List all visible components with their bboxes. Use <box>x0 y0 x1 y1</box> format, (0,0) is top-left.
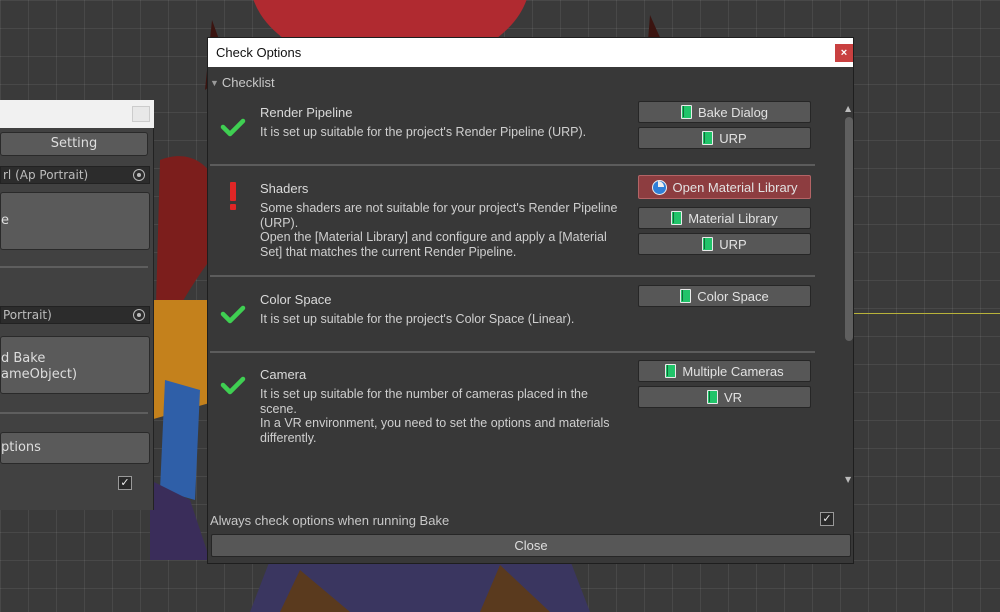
bake-button-line1: d Bake <box>1 351 46 366</box>
check-options-dialog: Check Options × ▼ Checklist Render Pipeli… <box>207 37 854 564</box>
button-label: Color Space <box>697 288 769 304</box>
object-picker-icon[interactable] <box>133 169 145 181</box>
check-item-desc: It is set up suitable for the project's … <box>260 125 630 140</box>
check-item-render-pipeline: Render Pipeline It is set up suitable fo… <box>208 101 818 165</box>
book-icon <box>702 131 714 145</box>
object-field[interactable]: Portrait) <box>0 306 150 324</box>
book-icon <box>680 105 692 119</box>
close-icon[interactable]: × <box>835 44 853 62</box>
check-item-desc: It is set up suitable for the project's … <box>260 312 630 327</box>
check-item-title: Render Pipeline <box>260 105 353 120</box>
section-divider <box>210 164 815 166</box>
option-checkbox[interactable]: ✓ <box>118 476 132 490</box>
object-field-value: rl (Ap Portrait) <box>3 168 89 182</box>
divider <box>0 412 148 414</box>
object-field-value: Portrait) <box>3 308 52 322</box>
check-item-desc: It is set up suitable for the number of … <box>260 387 622 445</box>
ok-check-icon <box>220 376 246 395</box>
multiple-cameras-button[interactable]: Multiple Cameras <box>638 360 811 382</box>
scroll-up-arrow-icon[interactable]: ▲ <box>845 104 851 113</box>
button-label: URP <box>719 236 747 252</box>
checklist-scroll-view[interactable]: Render Pipeline It is set up suitable fo… <box>208 97 853 486</box>
inspector-close-button[interactable] <box>132 106 150 122</box>
button-label: Open Material Library <box>672 179 798 195</box>
scrollbar-thumb[interactable] <box>845 117 853 341</box>
divider <box>0 266 148 268</box>
bake-button[interactable]: d Bake ameObject) <box>0 336 150 394</box>
button-label: Bake Dialog <box>697 104 769 120</box>
desc-line: It is set up suitable for the project's … <box>260 312 575 326</box>
options-button[interactable]: ptions <box>0 432 150 464</box>
open-material-library-button[interactable]: Open Material Library <box>638 175 811 199</box>
object-field[interactable]: rl (Ap Portrait) <box>0 166 150 184</box>
desc-line: Some shaders are not suitable for your p… <box>260 201 618 230</box>
bake-dialog-button[interactable]: Bake Dialog <box>638 101 811 123</box>
book-icon <box>706 390 718 404</box>
button-label: Material Library <box>688 210 778 226</box>
always-check-checkbox[interactable]: ✓ <box>820 512 834 526</box>
button-label: URP <box>719 130 747 146</box>
setting-button[interactable]: Setting <box>0 132 148 156</box>
desc-line: It is set up suitable for the number of … <box>260 387 588 416</box>
dialog-titlebar: Check Options × <box>208 38 853 67</box>
button-label: VR <box>723 389 743 405</box>
scroll-down-arrow-icon[interactable]: ▼ <box>845 475 851 484</box>
book-icon <box>702 237 714 251</box>
close-button[interactable]: Close <box>211 534 851 557</box>
gizmo-axis-line <box>848 313 1000 314</box>
desc-line: Open the [Material Library] and configur… <box>260 230 607 259</box>
bake-button-line2: ameObject) <box>1 367 78 382</box>
check-item-shaders: Shaders Some shaders are not suitable fo… <box>208 175 818 281</box>
object-picker-icon[interactable] <box>133 309 145 321</box>
urp-button[interactable]: URP <box>638 233 811 255</box>
book-icon <box>665 364 677 378</box>
section-divider <box>210 351 815 353</box>
section-divider <box>210 275 815 277</box>
check-item-title: Camera <box>260 367 307 382</box>
dialog-title: Check Options <box>216 45 302 60</box>
color-space-button[interactable]: Color Space <box>638 285 811 307</box>
material-library-button[interactable]: Material Library <box>638 207 811 229</box>
desc-line: It is set up suitable for the project's … <box>260 125 587 139</box>
large-action-button[interactable]: e <box>0 192 150 250</box>
foldout-arrow-icon: ▼ <box>210 78 219 88</box>
book-icon <box>671 211 683 225</box>
check-item-camera: Camera It is set up suitable for the num… <box>208 360 818 467</box>
warning-exclamation-icon <box>230 182 236 210</box>
desc-line: In a VR environment, you need to set the… <box>260 416 610 445</box>
check-item-title: Color Space <box>260 292 332 307</box>
check-item-title: Shaders <box>260 181 309 196</box>
book-icon <box>680 289 692 303</box>
always-check-label: Always check options when running Bake <box>210 513 450 528</box>
inspector-panel: Setting rl (Ap Portrait) e Portrait) d B… <box>0 100 154 510</box>
ok-check-icon <box>220 305 246 324</box>
vr-button[interactable]: VR <box>638 386 811 408</box>
button-label: Multiple Cameras <box>682 363 784 379</box>
ok-check-icon <box>220 118 246 137</box>
inspector-titlebar <box>0 100 154 128</box>
foldout-label: Checklist <box>221 75 275 90</box>
check-item-desc: Some shaders are not suitable for your p… <box>260 201 630 259</box>
check-item-color-space: Color Space It is set up suitable for th… <box>208 285 818 352</box>
checklist-foldout[interactable]: ▼ Checklist <box>210 75 275 90</box>
material-library-icon <box>651 179 667 195</box>
urp-button[interactable]: URP <box>638 127 811 149</box>
